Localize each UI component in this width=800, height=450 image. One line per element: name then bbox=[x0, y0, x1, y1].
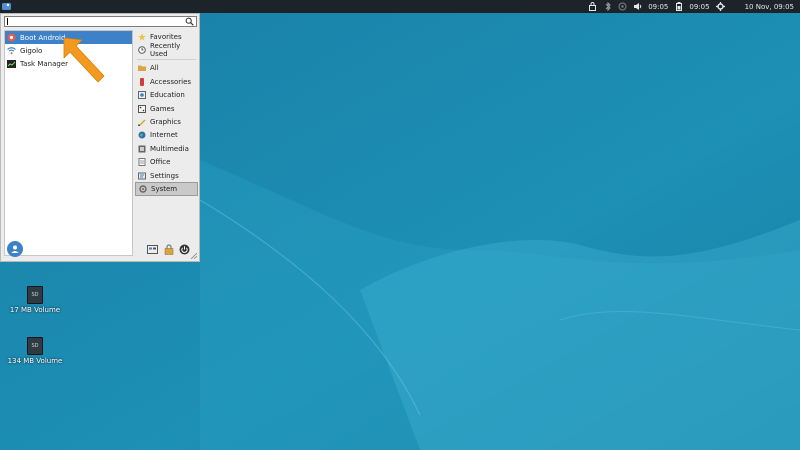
android-boot-icon bbox=[7, 33, 16, 42]
office-icon bbox=[138, 158, 146, 167]
wifi-icon bbox=[7, 46, 16, 55]
desktop-icon-label: 134 MB Volume bbox=[7, 357, 63, 365]
gear-icon[interactable] bbox=[715, 2, 725, 11]
category-label: Favorites bbox=[150, 32, 182, 41]
lock-screen-button[interactable] bbox=[163, 244, 174, 255]
desktop: 09:05 09:05 10 Nov, 09:05 SD 17 MB Volum… bbox=[0, 0, 800, 450]
settings-manager-button[interactable] bbox=[147, 244, 158, 255]
category-system[interactable]: System bbox=[135, 182, 198, 196]
system-icon bbox=[139, 185, 147, 193]
user-avatar[interactable] bbox=[7, 241, 23, 257]
globe-icon bbox=[138, 131, 146, 139]
desktop-volume-17mb[interactable]: SD 17 MB Volume bbox=[5, 286, 65, 314]
category-education[interactable]: Education bbox=[135, 89, 198, 102]
category-label: Settings bbox=[150, 171, 179, 180]
task-manager-icon bbox=[7, 59, 16, 68]
graphics-icon bbox=[138, 118, 146, 127]
sd-card-icon: SD bbox=[27, 286, 43, 304]
category-label: Games bbox=[150, 104, 175, 113]
desktop-volume-134mb[interactable]: SD 134 MB Volume bbox=[5, 337, 65, 365]
category-accessories[interactable]: Accessories bbox=[135, 75, 198, 88]
category-label: Office bbox=[150, 158, 171, 167]
accessories-icon bbox=[138, 77, 146, 86]
clock-icon bbox=[138, 46, 146, 54]
battery-icon[interactable] bbox=[674, 2, 683, 11]
category-list: Favorites Recently Used All Accessories … bbox=[135, 30, 198, 196]
text-caret bbox=[7, 18, 8, 25]
folder-icon bbox=[138, 64, 146, 72]
power-icon bbox=[179, 244, 190, 255]
menu-footer bbox=[1, 239, 199, 261]
multimedia-icon bbox=[138, 145, 146, 153]
panel-time: 09:05 bbox=[648, 2, 669, 11]
category-label: System bbox=[151, 184, 178, 193]
education-icon bbox=[138, 91, 146, 100]
volume-icon[interactable] bbox=[633, 2, 642, 11]
category-recently-used[interactable]: Recently Used bbox=[135, 42, 198, 59]
search-input[interactable] bbox=[4, 16, 197, 27]
system-tray: 09:05 09:05 10 Nov, 09:05 bbox=[588, 0, 800, 13]
category-separator bbox=[137, 58, 196, 60]
star-icon bbox=[138, 32, 146, 41]
annotation-arrow-icon bbox=[63, 37, 105, 83]
user-icon bbox=[11, 245, 19, 253]
games-icon bbox=[138, 104, 146, 113]
xfce-menu-button[interactable] bbox=[0, 0, 13, 13]
category-games[interactable]: Games bbox=[135, 102, 198, 115]
category-label: Graphics bbox=[150, 118, 181, 127]
lock-icon[interactable] bbox=[588, 2, 597, 11]
category-office[interactable]: Office bbox=[135, 156, 198, 169]
category-multimedia[interactable]: Multimedia bbox=[135, 142, 198, 155]
power-button[interactable] bbox=[179, 244, 190, 255]
xfce-menu-icon bbox=[2, 3, 11, 10]
category-graphics[interactable]: Graphics bbox=[135, 115, 198, 128]
category-internet[interactable]: Internet bbox=[135, 129, 198, 142]
bluetooth-icon[interactable] bbox=[603, 2, 612, 11]
settings-manager-icon bbox=[147, 245, 158, 254]
category-label: Recently Used bbox=[150, 42, 181, 59]
sd-card-icon: SD bbox=[27, 337, 43, 355]
category-label: Multimedia bbox=[150, 144, 189, 153]
category-settings[interactable]: Settings bbox=[135, 169, 198, 182]
category-label: Education bbox=[150, 91, 185, 100]
top-panel: 09:05 09:05 10 Nov, 09:05 bbox=[0, 0, 800, 13]
category-label: Internet bbox=[150, 131, 178, 140]
search-icon bbox=[185, 17, 194, 26]
desktop-icon-label: 17 MB Volume bbox=[9, 306, 61, 314]
lock-icon bbox=[164, 244, 173, 255]
category-all[interactable]: All bbox=[135, 62, 198, 75]
panel-time-secondary: 09:05 bbox=[689, 2, 710, 11]
settings-icon bbox=[138, 172, 146, 180]
network-icon[interactable] bbox=[618, 2, 627, 11]
panel-date[interactable]: 10 Nov, 09:05 bbox=[745, 3, 794, 11]
resize-grip-icon[interactable] bbox=[191, 253, 197, 259]
category-label: Accessories bbox=[150, 77, 192, 86]
app-label: Gigolo bbox=[20, 46, 43, 55]
category-label: All bbox=[150, 64, 159, 73]
app-label: Boot Android bbox=[20, 33, 66, 42]
